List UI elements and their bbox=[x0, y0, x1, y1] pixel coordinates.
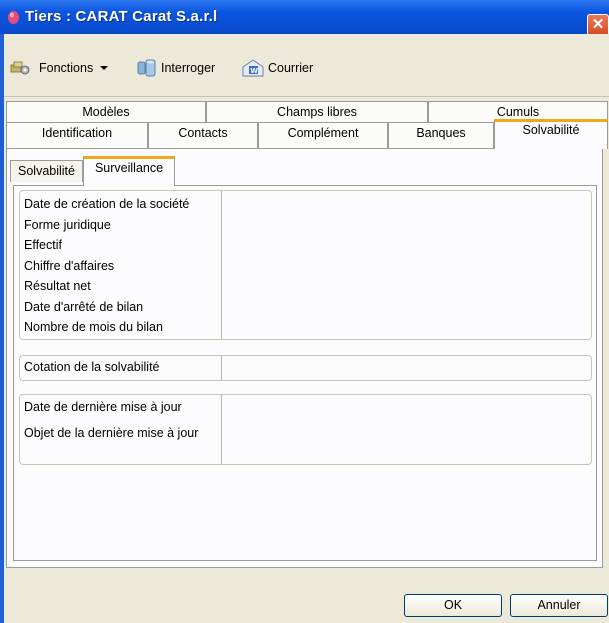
tab-complement[interactable]: Complément bbox=[258, 122, 388, 148]
tab-modeles[interactable]: Modèles bbox=[6, 101, 206, 122]
dialog-client: Fonctions Interroger W Courrier Modèles … bbox=[4, 34, 609, 623]
subtab-surveillance[interactable]: Surveillance bbox=[83, 156, 175, 186]
window-title: Tiers : CARAT Carat S.a.r.l bbox=[25, 8, 218, 25]
label-date-derniere-maj: Date de dernière mise à jour bbox=[24, 400, 182, 414]
cancel-button[interactable]: Annuler bbox=[510, 594, 608, 617]
subtab-solvabilite[interactable]: Solvabilité bbox=[10, 160, 83, 182]
main-tab-strip: Modèles Champs libres Cumuls Identificat… bbox=[4, 96, 609, 149]
ok-button[interactable]: OK bbox=[404, 594, 502, 617]
label-objet-derniere-maj: Objet de la dernière mise à jour bbox=[24, 426, 199, 440]
functions-label: Fonctions bbox=[39, 61, 94, 75]
tab-champs-libres[interactable]: Champs libres bbox=[206, 101, 428, 122]
tab-solvabilite[interactable]: Solvabilité bbox=[494, 119, 608, 149]
label-nombre-mois-bilan: Nombre de mois du bilan bbox=[24, 320, 163, 334]
label-date-arrete-bilan: Date d'arrêté de bilan bbox=[24, 300, 144, 314]
label-resultat-net: Résultat net bbox=[24, 279, 91, 293]
close-button[interactable]: ✕ bbox=[587, 14, 609, 36]
interroger-label: Interroger bbox=[161, 61, 216, 75]
courrier-button[interactable]: W Courrier bbox=[242, 58, 313, 78]
tab-banques[interactable]: Banques bbox=[388, 122, 494, 148]
title-bar[interactable]: Tiers : CARAT Carat S.a.r.l ✕ bbox=[0, 0, 609, 36]
label-chiffre-affaires: Chiffre d'affaires bbox=[24, 259, 115, 273]
database-query-icon bbox=[137, 59, 156, 77]
tab-identification[interactable]: Identification bbox=[6, 122, 148, 148]
app-icon bbox=[8, 11, 19, 24]
group-divider bbox=[221, 191, 222, 339]
dialog-window: Tiers : CARAT Carat S.a.r.l ✕ Fonctions bbox=[0, 0, 609, 623]
company-info-group: Date de création de la société Forme jur… bbox=[19, 190, 592, 340]
solvabilite-panel: Solvabilité Surveillance Date de créatio… bbox=[6, 148, 603, 568]
tab-contacts[interactable]: Contacts bbox=[148, 122, 258, 148]
functions-icon bbox=[10, 61, 30, 75]
toolbar: Fonctions Interroger W Courrier bbox=[4, 34, 609, 96]
svg-text:W: W bbox=[250, 67, 258, 75]
rating-group: Cotation de la solvabilité bbox=[19, 355, 592, 381]
group-divider bbox=[221, 356, 222, 380]
chevron-down-icon bbox=[100, 66, 109, 70]
label-forme-juridique: Forme juridique bbox=[24, 218, 111, 232]
courrier-label: Courrier bbox=[268, 61, 314, 75]
surveillance-panel: Date de création de la société Forme jur… bbox=[13, 185, 597, 561]
label-date-creation: Date de création de la société bbox=[24, 197, 190, 211]
update-group: Date de dernière mise à jour Objet de la… bbox=[19, 394, 592, 465]
word-letter-icon: W bbox=[242, 59, 264, 77]
group-divider bbox=[221, 395, 222, 464]
button-bar: OK Annuler bbox=[4, 568, 609, 623]
label-cotation-solvabilite: Cotation de la solvabilité bbox=[24, 360, 160, 374]
functions-menu-button[interactable]: Fonctions bbox=[10, 58, 110, 78]
label-effectif: Effectif bbox=[24, 238, 62, 252]
interroger-button[interactable]: Interroger bbox=[137, 58, 215, 78]
